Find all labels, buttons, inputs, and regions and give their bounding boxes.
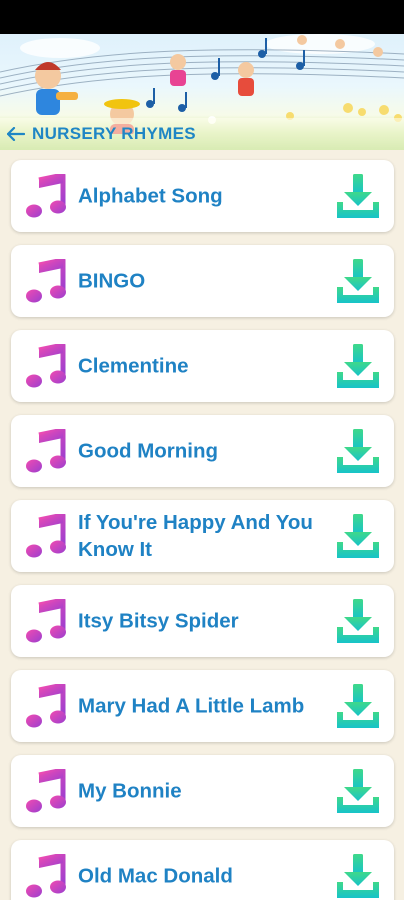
music-note-icon <box>26 684 66 728</box>
song-title: Alphabet Song <box>78 184 223 208</box>
download-icon[interactable] <box>334 767 382 815</box>
status-bar <box>0 0 404 34</box>
song-title: Mary Had A Little Lamb <box>78 694 305 718</box>
music-note-icon <box>26 344 66 388</box>
song-title: BINGO <box>78 269 146 293</box>
song-title: My Bonnie <box>78 779 182 803</box>
download-icon[interactable] <box>334 342 382 390</box>
song-title: Clementine <box>78 354 189 378</box>
song-item[interactable]: BINGO <box>11 245 394 317</box>
download-icon[interactable] <box>334 682 382 730</box>
song-item[interactable]: My Bonnie <box>11 755 394 827</box>
song-item[interactable]: Itsy Bitsy Spider <box>11 585 394 657</box>
music-note-icon <box>26 854 66 898</box>
back-button[interactable] <box>2 118 30 150</box>
song-title: If You're Happy And You Know It <box>78 511 313 561</box>
song-title: Good Morning <box>78 439 219 463</box>
music-note-icon <box>26 599 66 643</box>
music-note-icon <box>26 514 66 558</box>
song-title: Old Mac Donald <box>78 864 233 888</box>
song-list: Alphabet Song BINGO Clementine Good Morning… <box>0 150 404 900</box>
download-icon[interactable] <box>334 597 382 645</box>
arrow-left-icon <box>7 127 25 141</box>
song-item[interactable]: Clementine <box>11 330 394 402</box>
song-title: Itsy Bitsy Spider <box>78 609 239 633</box>
song-item[interactable]: Old Mac Donald <box>11 840 394 900</box>
song-item[interactable]: Good Morning <box>11 415 394 487</box>
page-title: NURSERY RHYMES <box>32 124 196 143</box>
song-item[interactable]: Mary Had A Little Lamb <box>11 670 394 742</box>
song-item[interactable]: If You're Happy And You Know It <box>11 500 394 572</box>
download-icon[interactable] <box>334 512 382 560</box>
title-bar: NURSERY RHYMES <box>0 118 404 150</box>
download-icon[interactable] <box>334 427 382 475</box>
music-note-icon <box>26 429 66 473</box>
download-icon[interactable] <box>334 257 382 305</box>
song-item[interactable]: Alphabet Song <box>11 160 394 232</box>
download-icon[interactable] <box>334 852 382 900</box>
music-note-icon <box>26 174 66 218</box>
music-note-icon <box>26 259 66 303</box>
download-icon[interactable] <box>334 172 382 220</box>
music-note-icon <box>26 769 66 813</box>
header-banner: NURSERY RHYMES <box>0 34 404 150</box>
